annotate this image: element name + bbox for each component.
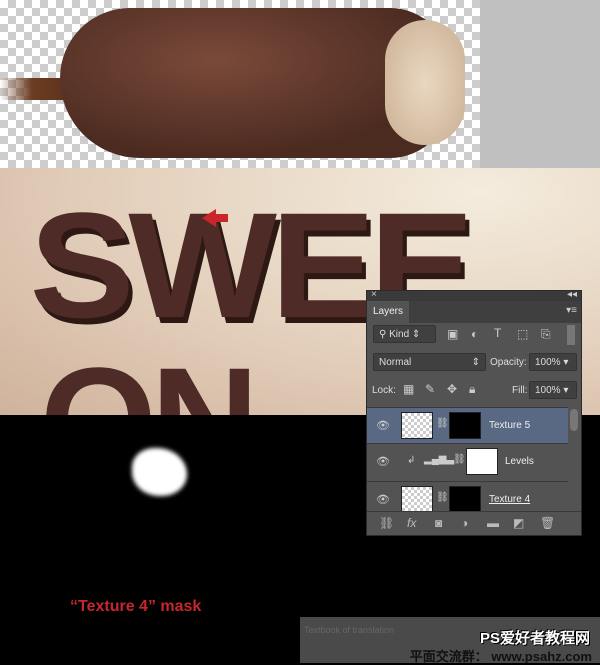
panel-header: × ◂◂ bbox=[367, 289, 581, 301]
lock-all-icon[interactable]: 🔒︎ bbox=[469, 382, 475, 397]
panel-menu-icon[interactable]: ▾≡ bbox=[566, 305, 577, 316]
image-filter-icon[interactable]: ▣ bbox=[447, 327, 458, 341]
collapse-icon[interactable]: ◂◂ bbox=[567, 289, 577, 300]
watermark-url: www.psahz.com bbox=[491, 649, 592, 664]
scrollbar[interactable] bbox=[570, 409, 578, 431]
mask-caption: “Texture 4” mask bbox=[70, 598, 202, 615]
filter-toggle[interactable] bbox=[567, 325, 575, 345]
link-icon[interactable]: ⛓ bbox=[436, 418, 449, 429]
fx-icon[interactable]: fx bbox=[407, 516, 416, 530]
eye-icon[interactable]: 👁︎ bbox=[376, 493, 390, 506]
fill-field[interactable]: 100% ▾ bbox=[529, 381, 577, 399]
opacity-field[interactable]: 100% ▾ bbox=[529, 353, 577, 371]
watermark-line2: 平面交流群： www.psahz.com bbox=[410, 646, 592, 665]
eye-icon[interactable]: 👁︎ bbox=[376, 455, 390, 468]
group-folder-icon[interactable]: ▬ bbox=[487, 516, 499, 530]
layer-row-texture-5[interactable]: 👁︎ ⛓ Texture 5 bbox=[367, 407, 568, 443]
fill-label: Fill: bbox=[512, 385, 528, 396]
layer-row-texture-4[interactable]: 👁︎ ⛓ Texture 4 bbox=[367, 481, 568, 513]
watermark: Textbook of translation PS爱好者教程网 平面交流群： … bbox=[300, 617, 600, 665]
adjustment-layer-icon[interactable]: ◑ bbox=[461, 516, 468, 530]
opacity-value: 100% bbox=[535, 357, 561, 368]
adjustment-filter-icon[interactable]: ◐ bbox=[471, 327, 478, 341]
clip-arrow-icon: ↲ bbox=[407, 455, 416, 466]
mask-thumbnail[interactable] bbox=[449, 486, 481, 513]
panel-footer: ⛓ fx ◙ ◑ ▬ ◩ 🗑︎ bbox=[367, 511, 581, 535]
red-arrow-icon bbox=[202, 209, 228, 227]
mask-thumbnail[interactable] bbox=[466, 448, 498, 475]
link-layers-icon[interactable]: ⛓ bbox=[379, 516, 394, 530]
lock-position-icon[interactable]: ✥ bbox=[447, 382, 457, 396]
layer-name: Texture 4 bbox=[489, 494, 531, 505]
mask-thumbnail[interactable] bbox=[449, 412, 481, 439]
layer-row-levels[interactable]: 👁︎ ↲ ▂▄▆▃ ⛓ Levels bbox=[367, 443, 568, 481]
lock-label: Lock: bbox=[372, 385, 396, 396]
lock-paint-icon[interactable]: ✎ bbox=[425, 382, 435, 396]
trash-icon[interactable]: 🗑︎ bbox=[540, 516, 555, 530]
layer-thumbnail bbox=[401, 412, 433, 439]
watermark-group: 平面交流群： bbox=[409, 649, 488, 664]
shape-filter-icon[interactable]: ⬚ bbox=[517, 327, 528, 341]
layers-panel: × ◂◂ Layers ▾≡ ⚲ Kind ⇕ ▣ ◐ T ⬚ ⎘ Normal… bbox=[366, 289, 582, 536]
watermark-textbook: Textbook of translation bbox=[304, 625, 395, 635]
type-filter-icon[interactable]: T bbox=[494, 326, 501, 340]
add-mask-icon[interactable]: ◙ bbox=[435, 516, 442, 530]
filter-kind-select[interactable]: ⚲ Kind ⇕ bbox=[373, 325, 436, 343]
smart-object-filter-icon[interactable]: ⎘ bbox=[541, 327, 551, 342]
new-layer-icon[interactable]: ◩ bbox=[513, 516, 524, 530]
levels-histogram-icon: ▂▄▆▃ bbox=[424, 454, 455, 465]
blend-mode-select[interactable]: Normal ⇕ bbox=[373, 353, 486, 371]
tab-layers[interactable]: Layers bbox=[367, 301, 409, 323]
eye-icon[interactable]: 👁︎ bbox=[376, 419, 390, 432]
ice-cream-bite bbox=[385, 20, 465, 145]
opacity-label: Opacity: bbox=[490, 357, 527, 368]
layer-name: Texture 5 bbox=[489, 420, 531, 431]
layer-thumbnail bbox=[401, 486, 433, 513]
ice-cream-preview bbox=[0, 0, 600, 168]
filter-kind-label: Kind bbox=[389, 329, 410, 340]
watermark-site: PS爱好者教程网 bbox=[479, 630, 590, 647]
link-icon[interactable]: ⛓ bbox=[453, 454, 466, 465]
blend-mode-label: Normal bbox=[379, 357, 412, 368]
close-icon[interactable]: × bbox=[371, 289, 377, 300]
lock-transparent-icon[interactable]: ▦ bbox=[403, 382, 414, 396]
link-icon[interactable]: ⛓ bbox=[436, 492, 449, 503]
layer-name: Levels bbox=[505, 456, 534, 467]
fill-value: 100% bbox=[535, 385, 561, 396]
